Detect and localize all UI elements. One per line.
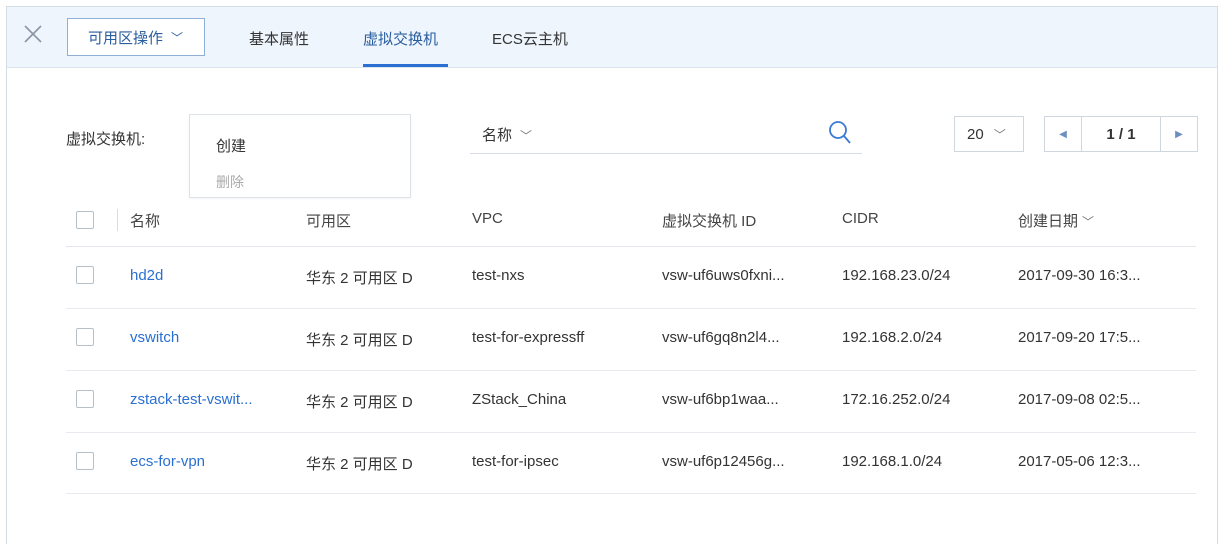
switch-name-link[interactable]: vswitch (130, 329, 179, 346)
cell-created: 2017-05-06 12:3... (1018, 453, 1141, 470)
row-divider (66, 370, 1196, 371)
cell-zone: 华东 2 可用区 D (306, 394, 413, 411)
active-tab-indicator (363, 64, 448, 67)
cell-cidr: 172.16.252.0/24 (842, 391, 951, 408)
search-field-label: 名称 (482, 127, 513, 144)
cell-created: 2017-09-20 17:5... (1018, 329, 1141, 346)
tab-virtual-switch[interactable]: 虚拟交换机 (363, 28, 438, 49)
cell-created: 2017-09-30 16:3... (1018, 267, 1141, 284)
switch-name-link[interactable]: hd2d (130, 267, 163, 284)
tab-basic-properties[interactable]: 基本属性 (249, 28, 309, 49)
actions-dropdown-menu: 创建 删除 (189, 114, 411, 198)
zone-operations-button[interactable]: 可用区操作 ﹀ (67, 18, 205, 56)
cell-cidr: 192.168.2.0/24 (842, 329, 943, 346)
column-header-cidr[interactable]: CIDR (842, 210, 879, 227)
row-checkbox[interactable] (76, 328, 94, 346)
cell-zone: 华东 2 可用区 D (306, 270, 413, 287)
chevron-down-icon: ﹀ (1082, 215, 1095, 229)
search-icon[interactable] (828, 120, 852, 151)
chevron-down-icon: ﹀ (993, 127, 1006, 142)
cell-vpc: ZStack_China (472, 391, 567, 408)
page-size-select[interactable]: 20 ﹀ (954, 116, 1024, 152)
column-header-vpc[interactable]: VPC (472, 210, 503, 227)
virtual-switch-actions-label: 虚拟交换机: (66, 131, 146, 148)
cell-switch-id: vsw-uf6p12456g... (662, 453, 785, 470)
page-info: 1 / 1 (1106, 125, 1136, 143)
cell-switch-id: vsw-uf6uws0fxni... (662, 267, 785, 284)
row-divider (66, 432, 1196, 433)
search-field-selector[interactable]: 名称 ﹀ (482, 124, 532, 145)
row-checkbox[interactable] (76, 390, 94, 408)
cell-cidr: 192.168.23.0/24 (842, 267, 951, 284)
cell-created: 2017-09-08 02:5... (1018, 391, 1141, 408)
cell-zone: 华东 2 可用区 D (306, 332, 413, 349)
page-size-value: 20 (967, 125, 984, 143)
column-header-created[interactable]: 创建日期 ﹀ (1018, 210, 1094, 231)
cell-switch-id: vsw-uf6gq8n2l4... (662, 329, 780, 346)
row-divider (66, 493, 1196, 494)
select-all-checkbox[interactable] (76, 211, 94, 229)
close-icon[interactable] (22, 23, 44, 45)
chevron-down-icon: ﹀ (171, 30, 184, 45)
cell-switch-id: vsw-uf6bp1waa... (662, 391, 779, 408)
cell-vpc: test-for-ipsec (472, 453, 559, 470)
tab-ecs-hosts[interactable]: ECS云主机 (492, 28, 568, 49)
pagination: ◀ 1 / 1 ▶ (1044, 116, 1198, 152)
cell-cidr: 192.168.1.0/24 (842, 453, 943, 470)
next-page-icon[interactable]: ▶ (1160, 117, 1197, 151)
cell-vpc: test-nxs (472, 267, 525, 284)
cell-zone: 华东 2 可用区 D (306, 456, 413, 473)
header-divider-line (66, 246, 1196, 247)
cell-vpc: test-for-expressff (472, 329, 585, 346)
column-header-name[interactable]: 名称 (130, 210, 160, 231)
chevron-down-icon: ﹀ (520, 129, 533, 143)
prev-page-icon[interactable]: ◀ (1045, 117, 1082, 151)
created-date-label: 创建日期 (1018, 213, 1079, 230)
column-header-switch-id[interactable]: 虚拟交换机 ID (662, 210, 756, 231)
create-menu-item[interactable]: 创建 (216, 135, 246, 156)
zone-operations-label: 可用区操作 (88, 29, 164, 47)
row-divider (66, 308, 1196, 309)
row-checkbox[interactable] (76, 266, 94, 284)
delete-menu-item[interactable]: 删除 (216, 172, 244, 192)
switch-name-link[interactable]: zstack-test-vswit... (130, 391, 253, 408)
row-checkbox[interactable] (76, 452, 94, 470)
header-divider (117, 209, 118, 231)
search-bar[interactable]: 名称 ﹀ (470, 114, 862, 154)
switch-name-link[interactable]: ecs-for-vpn (130, 453, 205, 470)
column-header-zone[interactable]: 可用区 (306, 210, 351, 231)
